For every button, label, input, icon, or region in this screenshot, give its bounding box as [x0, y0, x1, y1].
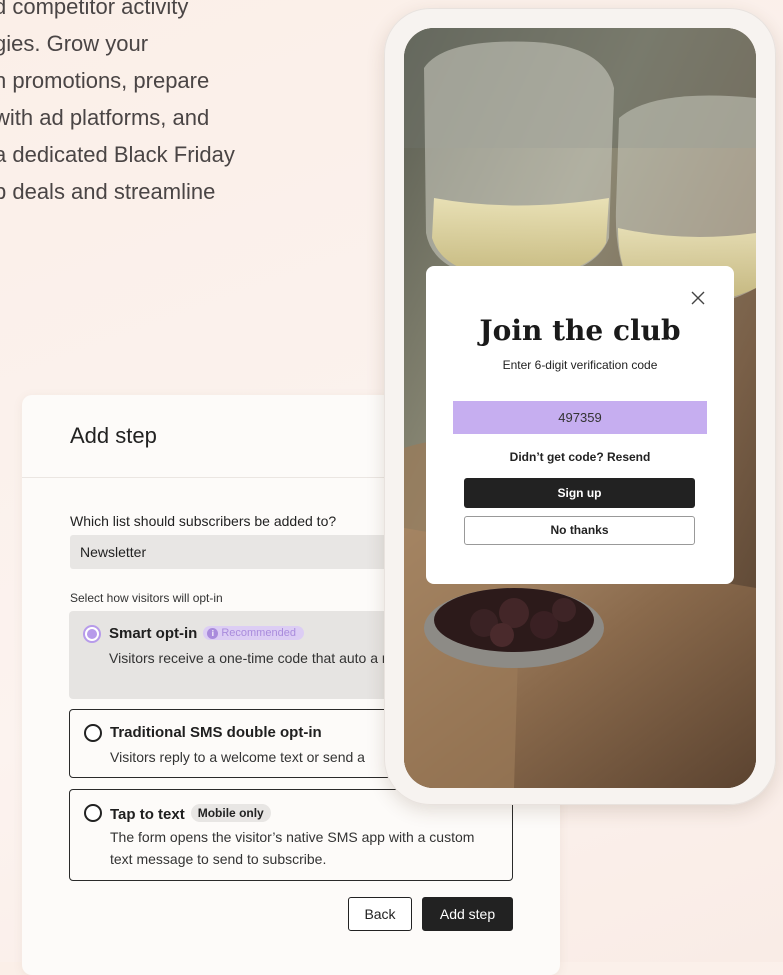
background-line: a dedicated Black Friday	[0, 142, 235, 167]
background-copy: d competitor activity gies. Grow your n …	[0, 0, 294, 210]
background-line: gies. Grow your	[0, 31, 149, 56]
close-icon[interactable]	[690, 290, 706, 306]
optin-label: Select how visitors will opt-in	[70, 591, 223, 605]
background-line: with ad platforms, and	[0, 105, 210, 130]
panel-title: Add step	[70, 423, 157, 448]
no-thanks-button[interactable]: No thanks	[464, 516, 695, 545]
info-icon: i	[207, 628, 219, 639]
radio-unselected[interactable]	[84, 804, 102, 822]
option-title: Tap to text Mobile only	[110, 804, 271, 823]
add-step-button[interactable]: Add step	[422, 897, 513, 931]
modal-title: Join the club	[479, 314, 681, 347]
back-button[interactable]: Back	[348, 897, 412, 931]
background-line: p deals and streamline	[0, 179, 216, 204]
modal-subtitle: Enter 6-digit verification code	[502, 358, 658, 372]
radio-selected[interactable]	[83, 625, 101, 643]
recommended-badge: i Recommended	[203, 626, 304, 640]
join-club-modal: Join the club Enter 6-digit verification…	[426, 266, 734, 584]
resend-link[interactable]: Didn’t get code? Resend	[426, 450, 734, 464]
mobile-only-badge: Mobile only	[190, 804, 271, 822]
list-question-label: Which list should subscribers be added t…	[70, 513, 337, 529]
badge-text: Recommended	[221, 627, 296, 639]
option-description: The form opens the visitor’s native SMS …	[110, 829, 475, 867]
verification-code-input[interactable]: 497359	[453, 401, 707, 434]
sign-up-button[interactable]: Sign up	[464, 478, 695, 508]
option-title-text: Tap to text	[110, 806, 185, 823]
background-line: d competitor activity	[0, 0, 189, 19]
option-title: Traditional SMS double opt-in	[110, 724, 322, 741]
radio-unselected[interactable]	[84, 724, 102, 742]
background-line: n promotions, prepare	[0, 68, 210, 93]
option-title-text: Smart opt-in	[109, 625, 198, 642]
option-title: Smart opt-in i Recommended	[109, 625, 304, 642]
